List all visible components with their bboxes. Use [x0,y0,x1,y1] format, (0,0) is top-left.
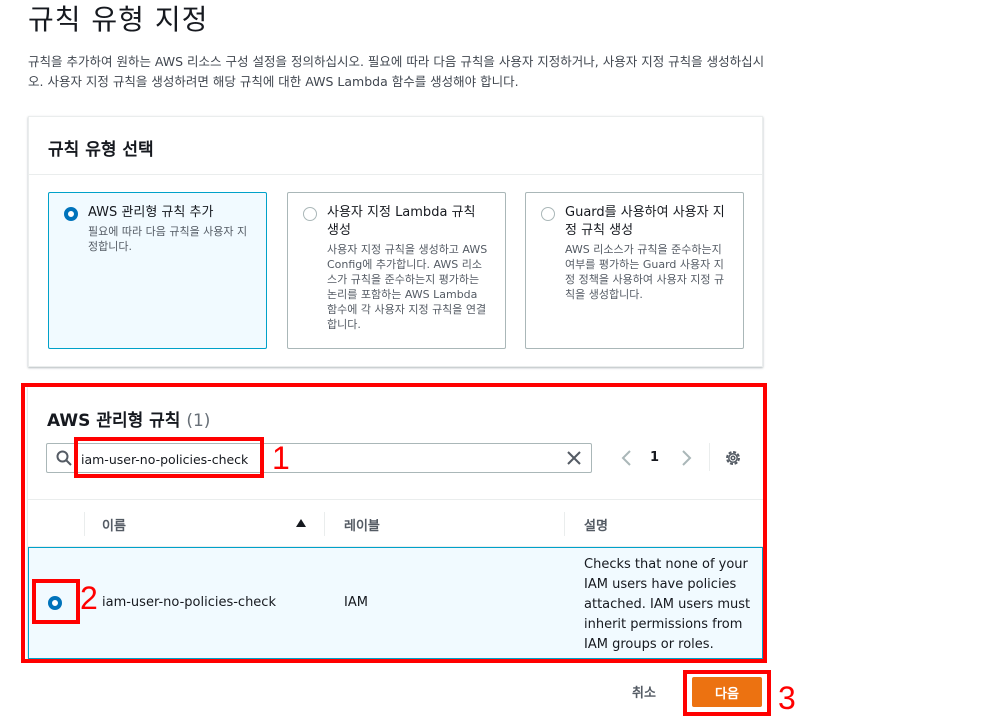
managed-rules-count: (1) [186,411,211,431]
radio-guard-custom-rule[interactable] [541,207,555,221]
managed-rules-title-text: AWS 관리형 규칙 [47,411,181,431]
annotation-number-2: 2 [80,580,98,616]
rule-type-panel: 규칙 유형 선택 AWS 관리형 규칙 추가 필요에 따라 다음 규칙을 사용자… [28,116,763,367]
cell-rule-description: Checks that none of your IAM users have … [584,557,751,652]
tile-description: 필요에 따라 다음 규칙을 사용자 지정합니다. [88,225,248,253]
sort-ascending-icon[interactable] [296,518,306,528]
column-separator [324,512,325,536]
tile-title: AWS 관리형 규칙 추가 [88,205,214,220]
annotation-number-1: 1 [272,440,290,476]
gear-icon[interactable] [723,448,743,468]
chevron-left-icon[interactable] [620,449,634,467]
tile-description: AWS 리소스가 규칙을 준수하는지 여부를 평가하는 Guard 사용자 지정… [565,243,725,301]
cell-rule-label: IAM [344,595,368,610]
divider [709,443,710,471]
radio-aws-managed-rule[interactable] [64,207,78,221]
chevron-right-icon[interactable] [679,449,693,467]
column-header-name[interactable]: 이름 [102,515,126,534]
row-select-radio[interactable] [48,596,62,610]
column-header-label[interactable]: 레이블 [344,515,380,534]
tile-guard-custom-rule[interactable]: Guard를 사용하여 사용자 지정 규칙 생성 AWS 리소스가 규칙을 준수… [525,192,744,349]
cancel-button[interactable]: 취소 [632,682,656,701]
page-description: 규칙을 추가하여 원하는 AWS 리소스 구성 설정을 정의하십시오. 필요에 … [28,54,765,89]
column-separator [564,512,565,536]
rule-type-title: 규칙 유형 선택 [48,140,154,160]
column-separator [84,512,85,536]
table-header: 이름 레이블 설명 [28,499,763,547]
page-title: 규칙 유형 지정 [28,3,209,36]
tile-custom-lambda-rule[interactable]: 사용자 지정 Lambda 규칙 생성 사용자 지정 규칙을 생성하고 AWS … [287,192,506,349]
search-field[interactable] [46,443,592,473]
tile-title: Guard를 사용하여 사용자 지정 규칙 생성 [565,205,725,238]
managed-rules-title: AWS 관리형 규칙 (1) [47,406,210,431]
search-icon [56,450,72,466]
search-input[interactable] [81,448,551,470]
tile-title: 사용자 지정 Lambda 규칙 생성 [327,205,476,238]
radio-custom-lambda-rule[interactable] [303,207,317,221]
tile-description: 사용자 지정 규칙을 생성하고 AWS Config에 추가합니다. AWS 리… [327,243,488,331]
tile-aws-managed-rule[interactable]: AWS 관리형 규칙 추가 필요에 따라 다음 규칙을 사용자 지정합니다. [48,192,267,349]
annotation-number-3: 3 [778,680,796,716]
table-row[interactable]: iam-user-no-policies-check IAM Checks th… [28,547,763,659]
next-button[interactable]: 다음 [692,677,762,707]
cell-rule-name: iam-user-no-policies-check [102,595,276,610]
rule-type-panel-header: 규칙 유형 선택 [29,117,762,175]
managed-rules-panel: AWS 관리형 규칙 (1) 1 이름 레이블 설명 [28,386,763,659]
close-icon[interactable] [566,450,582,466]
column-header-description[interactable]: 설명 [584,515,608,534]
page-number[interactable]: 1 [650,450,659,465]
